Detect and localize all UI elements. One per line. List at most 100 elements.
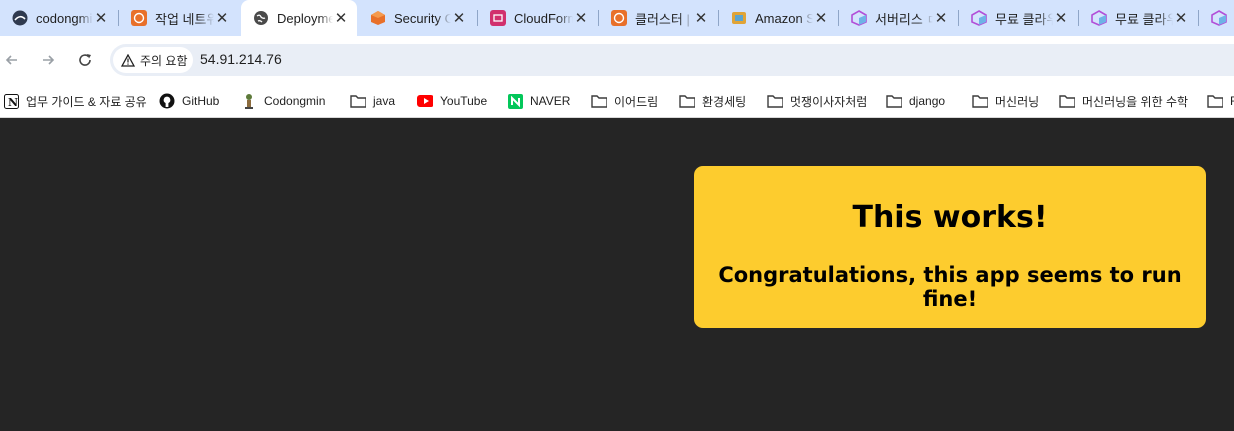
url-text[interactable]: 54.91.214.76 <box>200 51 282 67</box>
bookmark-folder-env-setup[interactable]: 환경세팅 <box>679 92 746 110</box>
bookmark-label: 머신러닝 <box>995 94 1040 109</box>
globe-icon <box>253 10 269 26</box>
codongmin-favicon <box>12 10 28 26</box>
aws-cube-favicon <box>370 10 386 26</box>
purple-cube-favicon <box>971 10 987 26</box>
naver-icon <box>507 93 523 109</box>
arrow-left-icon <box>5 55 17 65</box>
bookmark-label: 환경세팅 <box>702 94 747 109</box>
bookmarks-bar: N 업무 가이드 & 자료 공유 GitHub Codongmin java Y… <box>0 84 1234 118</box>
close-icon[interactable]: ✕ <box>933 10 949 27</box>
warning-triangle-icon <box>121 53 135 67</box>
tab-title: 서버리스 ㄷ <box>875 11 933 27</box>
tab-strip: codongmin ✕ 작업 네트워 ✕ Deployment ✕ Securi… <box>0 0 1234 36</box>
bookmark-folder-ml-math[interactable]: 머신러닝을 위한 수학 <box>1059 92 1188 110</box>
arrow-right-icon <box>43 55 55 65</box>
close-icon[interactable]: ✕ <box>693 10 709 27</box>
purple-cube-favicon <box>1211 10 1227 26</box>
folder-icon <box>350 93 366 109</box>
tab-title: Security Gr <box>394 10 451 26</box>
folder-icon <box>767 93 783 109</box>
tab-title: 클러스터 | E <box>635 11 693 27</box>
bookmark-naver[interactable]: NAVER <box>507 92 570 110</box>
folder-icon <box>679 93 695 109</box>
cloudformation-favicon <box>490 10 506 26</box>
close-icon[interactable]: ✕ <box>93 10 109 27</box>
notion-icon: N <box>3 93 19 109</box>
address-bar[interactable]: 주의 요함 54.91.214.76 <box>110 44 1234 76</box>
tab-codongmin[interactable]: codongmin ✕ <box>0 0 117 36</box>
tab-title: 무료 클라우 <box>995 11 1053 27</box>
svg-text:N: N <box>8 96 18 109</box>
tab-cloudformation[interactable]: CloudFormation ✕ <box>478 0 597 36</box>
close-icon[interactable]: ✕ <box>451 10 467 27</box>
bookmark-folder-java[interactable]: java <box>350 92 395 110</box>
browser-toolbar: 주의 요함 54.91.214.76 <box>0 36 1234 84</box>
bookmark-label: java <box>373 94 396 108</box>
tab-free-cloud-1[interactable]: 무료 클라우 ✕ <box>959 0 1077 36</box>
tab-partial[interactable]: A <box>1199 0 1234 36</box>
bookmark-label: YouTube <box>440 94 488 108</box>
back-button[interactable] <box>0 48 24 72</box>
tab-free-cloud-2[interactable]: 무료 클라우 ✕ <box>1079 0 1197 36</box>
tab-network[interactable]: 작업 네트워 ✕ <box>119 0 238 36</box>
security-warning-chip[interactable]: 주의 요함 <box>113 47 193 73</box>
bookmark-folder-likelion[interactable]: 멋쟁이사자처럼 <box>767 92 867 110</box>
close-icon[interactable]: ✕ <box>333 10 349 27</box>
bookmark-label: 이어드림 <box>614 94 659 109</box>
folder-icon <box>591 93 607 109</box>
youtube-icon <box>417 93 433 109</box>
bookmark-codongmin[interactable]: Codongmin <box>241 92 325 110</box>
reload-button[interactable] <box>73 48 97 72</box>
github-icon <box>159 93 175 109</box>
bookmark-label: Codongmin <box>264 94 326 108</box>
purple-cube-favicon <box>851 10 867 26</box>
bookmark-label: django <box>909 94 946 108</box>
bookmark-folder-ieodeurim[interactable]: 이어드림 <box>591 92 658 110</box>
tab-deployment[interactable]: Deployment ✕ <box>241 0 357 36</box>
close-icon[interactable]: ✕ <box>1173 10 1189 27</box>
aws-orange-favicon <box>131 10 147 26</box>
folder-icon <box>972 93 988 109</box>
s3-favicon <box>731 10 747 26</box>
bookmark-folder-django[interactable]: django <box>886 92 945 110</box>
page-content: This works! Congratulations, this app se… <box>0 118 1234 431</box>
close-icon[interactable]: ✕ <box>1053 10 1069 27</box>
folder-icon <box>1207 93 1223 109</box>
bookmark-youtube[interactable]: YouTube <box>417 92 487 110</box>
tab-serverless[interactable]: 서버리스 ㄷ ✕ <box>839 0 957 36</box>
success-card: This works! Congratulations, this app se… <box>694 166 1206 328</box>
bookmark-github[interactable]: GitHub <box>159 92 219 110</box>
close-icon[interactable]: ✕ <box>214 10 230 27</box>
bookmark-notion[interactable]: N 업무 가이드 & 자료 공유 <box>3 92 147 110</box>
bookmark-folder-partial[interactable]: F <box>1207 92 1234 110</box>
tab-title: CloudFormation <box>514 10 573 26</box>
bookmark-label: NAVER <box>530 94 571 108</box>
purple-cube-favicon <box>1091 10 1107 26</box>
bookmark-label: 머신러닝을 위한 수학 <box>1082 94 1189 109</box>
close-icon[interactable]: ✕ <box>813 10 829 27</box>
tab-title: 무료 클라우 <box>1115 11 1173 27</box>
bookmark-folder-ml[interactable]: 머신러닝 <box>972 92 1039 110</box>
folder-icon <box>1059 93 1075 109</box>
bookmark-label: GitHub <box>182 94 220 108</box>
tab-title: Deployment <box>277 10 333 26</box>
folder-icon <box>886 93 902 109</box>
tab-title: 작업 네트워 <box>155 11 214 27</box>
bookmark-label: F <box>1230 94 1234 108</box>
forward-button[interactable] <box>36 48 60 72</box>
success-heading: This works! <box>852 200 1048 235</box>
reload-icon <box>79 54 91 66</box>
bookmark-label: 멋쟁이사자처럼 <box>790 94 868 109</box>
close-icon[interactable]: ✕ <box>573 10 589 27</box>
aws-orange-favicon <box>611 10 627 26</box>
tab-title: Amazon S3 <box>755 10 813 26</box>
success-message: Congratulations, this app seems to run f… <box>718 263 1182 311</box>
security-warning-label: 주의 요함 <box>140 53 188 68</box>
tab-title: codongmin <box>36 10 93 26</box>
tab-security-groups[interactable]: Security Gr ✕ <box>358 0 475 36</box>
codongmin-icon <box>241 93 257 109</box>
tab-amazon-s3[interactable]: Amazon S3 ✕ <box>719 0 837 36</box>
tab-cluster[interactable]: 클러스터 | E ✕ <box>599 0 717 36</box>
bookmark-label: 업무 가이드 & 자료 공유 <box>26 94 147 109</box>
